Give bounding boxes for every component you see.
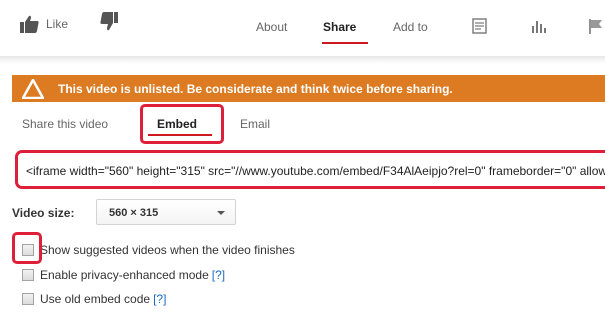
- option-suggested-videos: Show suggested videos when the video fin…: [22, 242, 295, 258]
- video-size-value: 560 × 315: [109, 207, 159, 219]
- video-size-select[interactable]: 560 × 315: [96, 199, 236, 225]
- subtab-share-this-video[interactable]: Share this video: [22, 117, 108, 131]
- old-embed-code-label: Use old embed code: [40, 292, 151, 306]
- dislike-thumb-icon: [100, 12, 118, 31]
- privacy-mode-checkbox[interactable]: [22, 269, 34, 281]
- action-bar: Like About Share Add to: [0, 0, 605, 64]
- old-embed-code-help-link[interactable]: [?]: [153, 292, 166, 306]
- embed-code-highlight: [15, 150, 605, 189]
- privacy-mode-label: Enable privacy-enhanced mode: [40, 268, 209, 282]
- embed-code-input[interactable]: [26, 162, 605, 179]
- tab-add-to[interactable]: Add to: [393, 20, 428, 34]
- banner-message: This video is unlisted. Be considerate a…: [58, 81, 453, 96]
- embed-tab-highlight: [140, 104, 224, 144]
- warning-icon: [22, 78, 44, 99]
- chevron-down-icon: [217, 211, 225, 215]
- tab-share[interactable]: Share: [323, 20, 356, 34]
- old-embed-code-checkbox[interactable]: [22, 293, 34, 305]
- suggested-videos-label: Show suggested videos when the video fin…: [40, 243, 295, 257]
- action-bar-shadow: [0, 56, 605, 64]
- unlisted-warning-banner: This video is unlisted. Be considerate a…: [12, 75, 605, 102]
- transcript-icon[interactable]: [471, 18, 489, 34]
- tab-about[interactable]: About: [256, 20, 287, 34]
- video-size-label: Video size:: [12, 206, 75, 220]
- like-label: Like: [46, 17, 69, 31]
- statistics-icon[interactable]: [530, 18, 548, 34]
- option-privacy-mode: Enable privacy-enhanced mode [?]: [22, 267, 225, 283]
- dislike-button[interactable]: [100, 12, 120, 32]
- report-flag-icon[interactable]: [588, 18, 605, 34]
- share-tab-underline: [322, 42, 368, 44]
- subtab-email[interactable]: Email: [240, 117, 270, 131]
- checkbox-highlight: [12, 232, 42, 264]
- like-button[interactable]: Like: [20, 14, 68, 34]
- privacy-mode-help-link[interactable]: [?]: [212, 268, 225, 282]
- option-old-embed-code: Use old embed code [?]: [22, 291, 166, 307]
- like-thumb-icon: [20, 15, 39, 33]
